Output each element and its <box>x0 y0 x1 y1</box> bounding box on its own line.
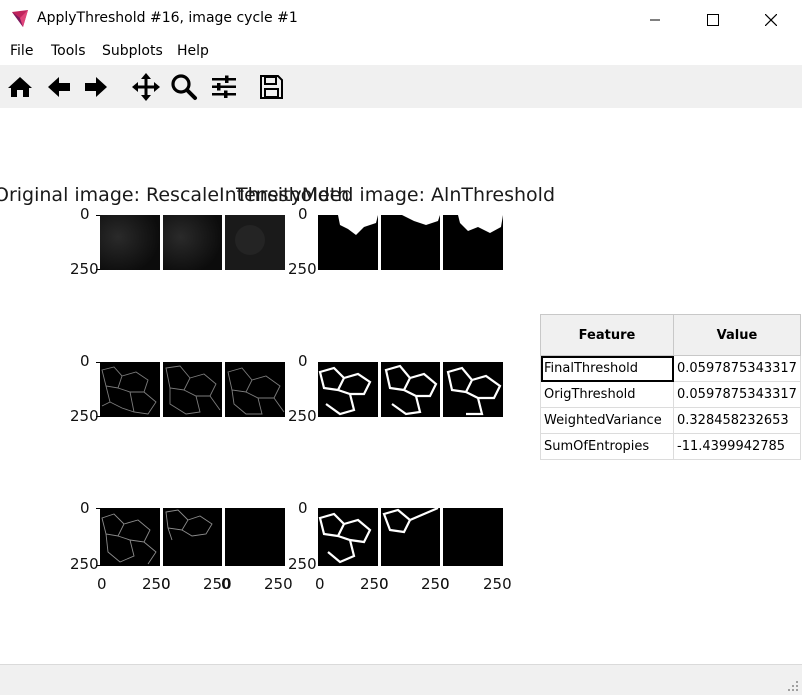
table-cell-value[interactable]: 0.0597875343317 <box>673 381 801 408</box>
y-tick-label: 250 <box>70 407 99 425</box>
menu-subplots[interactable]: Subplots <box>102 43 163 59</box>
zoom-button[interactable] <box>168 71 200 103</box>
table-row[interactable]: OrigThreshold 0.0597875343317 <box>540 381 801 408</box>
x-tick-label: 250 <box>264 575 293 593</box>
menu-file[interactable]: File <box>10 43 33 59</box>
zoom-icon <box>171 74 197 100</box>
y-tick-label: 0 <box>298 499 308 517</box>
save-button[interactable] <box>255 71 287 103</box>
configure-subplots-icon <box>212 75 236 98</box>
y-tick-label: 0 <box>298 352 308 370</box>
table-cell-feature[interactable]: OrigThreshold <box>540 381 674 408</box>
original-image-row-1 <box>100 215 285 270</box>
toolbar <box>0 65 802 108</box>
y-tick-label: 250 <box>70 260 99 278</box>
close-button[interactable] <box>748 0 794 39</box>
save-icon <box>260 75 283 99</box>
table-cell-feature[interactable]: SumOfEntropies <box>540 433 674 460</box>
maximize-icon <box>707 13 719 26</box>
x-tick-label: 250 <box>483 575 512 593</box>
feature-table: Feature Value FinalThreshold 0.059787534… <box>540 314 801 460</box>
y-tick-label: 250 <box>70 555 99 573</box>
y-tick-label: 250 <box>288 555 317 573</box>
table-cell-value[interactable]: -11.4399942785 <box>673 433 801 460</box>
y-tick-mark <box>96 508 100 509</box>
x-tick-label: 0 <box>440 575 450 593</box>
y-tick-label: 250 <box>288 407 317 425</box>
window-title: ApplyThreshold #16, image cycle #1 <box>37 10 298 26</box>
pan-icon <box>132 73 160 101</box>
column-header-feature[interactable]: Feature <box>540 314 674 356</box>
column-header-value[interactable]: Value <box>673 314 801 356</box>
pan-button[interactable] <box>130 71 162 103</box>
configure-subplots-button[interactable] <box>208 71 240 103</box>
thresholded-image-row-2 <box>318 362 503 417</box>
x-tick-label: 0 <box>97 575 107 593</box>
home-button[interactable] <box>4 71 36 103</box>
table-row[interactable]: WeightedVariance 0.328458232653 <box>540 407 801 434</box>
y-tick-label: 0 <box>80 205 90 223</box>
back-button[interactable] <box>43 71 75 103</box>
close-icon <box>765 13 777 26</box>
thresholded-image-row-1 <box>318 215 503 270</box>
table-cell-value[interactable]: 0.328458232653 <box>673 407 801 434</box>
original-image-row-2 <box>100 362 285 417</box>
table-row[interactable]: FinalThreshold 0.0597875343317 <box>540 355 801 382</box>
title-bar: ApplyThreshold #16, image cycle #1 <box>0 0 802 39</box>
thresholded-image-row-3 <box>318 508 503 566</box>
maximize-button[interactable] <box>690 0 736 39</box>
forward-button[interactable] <box>80 71 112 103</box>
x-tick-label: 0 <box>379 575 389 593</box>
right-plot-title: Thresholded image: AlnThreshold <box>236 184 556 206</box>
table-row[interactable]: SumOfEntropies -11.4399942785 <box>540 433 801 460</box>
minimize-button[interactable] <box>632 0 678 39</box>
table-cell-value[interactable]: 0.0597875343317 <box>673 355 801 382</box>
y-tick-label: 250 <box>288 260 317 278</box>
menu-help[interactable]: Help <box>177 43 209 59</box>
x-tick-label: 0 <box>315 575 325 593</box>
status-bar <box>0 664 802 695</box>
original-image-row-3 <box>100 508 285 566</box>
app-icon <box>12 10 28 27</box>
menu-tools[interactable]: Tools <box>51 43 86 59</box>
y-tick-mark <box>96 362 100 363</box>
back-arrow-icon <box>48 77 70 97</box>
y-tick-label: 0 <box>80 352 90 370</box>
table-cell-feature[interactable]: WeightedVariance <box>540 407 674 434</box>
table-cell-feature[interactable]: FinalThreshold <box>540 355 674 382</box>
x-tick-label: 0 <box>161 575 171 593</box>
y-tick-label: 0 <box>298 205 308 223</box>
y-tick-mark <box>96 215 100 216</box>
home-icon <box>8 77 32 97</box>
table-header-row: Feature Value <box>540 314 801 356</box>
minimize-icon <box>650 19 660 20</box>
y-tick-label: 0 <box>80 499 90 517</box>
resize-grip-icon[interactable] <box>787 680 799 692</box>
forward-arrow-icon <box>85 77 107 97</box>
x-tick-label: 0 <box>221 575 231 593</box>
